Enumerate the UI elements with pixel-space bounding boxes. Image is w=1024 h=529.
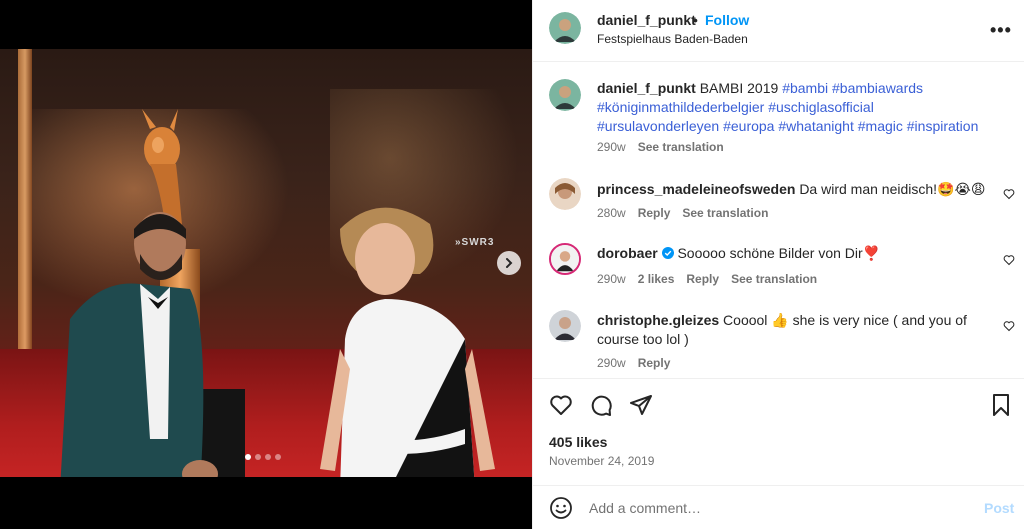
chevron-right-icon (506, 258, 513, 268)
timestamp[interactable]: 280w (597, 206, 626, 220)
caption-hashtags[interactable]: #königinmathildederbelgier #uschiglasoff… (597, 99, 874, 115)
heart-icon[interactable] (1003, 254, 1015, 266)
comment-bubble-icon[interactable] (589, 393, 613, 417)
carousel-dot (255, 454, 261, 460)
post-author-username[interactable]: daniel_f_punkt (597, 12, 696, 28)
comment-text: christophe.gleizes Cooool 👍 she is very … (597, 311, 987, 349)
paper-plane-icon[interactable] (629, 393, 653, 417)
comment-username[interactable]: christophe.gleizes (597, 312, 719, 328)
carousel-next-button[interactable] (497, 251, 521, 275)
avatar[interactable] (549, 79, 581, 111)
reply-button[interactable]: Reply (638, 206, 671, 220)
reply-button[interactable]: Reply (686, 272, 719, 286)
post-details-panel: daniel_f_punkt • Follow Festspielhaus Ba… (532, 0, 1024, 529)
reply-button[interactable]: Reply (638, 356, 671, 370)
carousel-indicator (245, 454, 281, 460)
post-header: daniel_f_punkt • Follow Festspielhaus Ba… (533, 0, 1024, 62)
likes-count[interactable]: 405 likes (549, 434, 607, 450)
heart-icon[interactable] (549, 393, 573, 417)
comment-item: dorobaer Sooooo schöne Bilder von Dir❣️ … (549, 243, 1015, 293)
separator-dot: • (693, 12, 698, 28)
comment-content: Sooooo schöne Bilder von Dir❣️ (677, 245, 881, 261)
timestamp[interactable]: 290w (597, 140, 626, 154)
comment-content: Da wird man neidisch!🤩😭😩 (799, 181, 986, 197)
post-actions: 405 likes November 24, 2019 (533, 378, 1024, 478)
see-translation-link[interactable]: See translation (682, 206, 768, 220)
comment-item: christophe.gleizes Cooool 👍 she is very … (549, 310, 1015, 370)
comment-item: princess_madeleineofsweden Da wird man n… (549, 178, 1015, 228)
add-comment-bar: Post (533, 485, 1024, 529)
comment-text: dorobaer Sooooo schöne Bilder von Dir❣️ (597, 244, 997, 263)
comment-username[interactable]: princess_madeleineofsweden (597, 181, 795, 197)
post-media: »SWR3 (0, 0, 532, 529)
avatar[interactable] (549, 243, 581, 275)
avatar[interactable] (549, 12, 581, 44)
comment-username[interactable]: dorobaer (597, 245, 658, 261)
post-caption: daniel_f_punkt BAMBI 2019 #bambi #bambia… (549, 79, 1009, 159)
carousel-dot (265, 454, 271, 460)
follow-button[interactable]: Follow (705, 12, 749, 28)
caption-hashtags[interactable]: #ursulavonderleyen #europa #whatanight #… (597, 118, 978, 134)
heart-icon[interactable] (1003, 320, 1015, 332)
caption-hashtags[interactable]: #bambi #bambiawards (782, 80, 923, 96)
comment-meta: 290w 2 likes Reply See translation (597, 272, 817, 286)
verified-badge-icon (661, 247, 674, 259)
comment-meta: 290w Reply (597, 356, 670, 370)
caption-text: daniel_f_punkt BAMBI 2019 #bambi #bambia… (597, 79, 997, 136)
man-figure (60, 212, 218, 477)
bookmark-icon[interactable] (989, 393, 1013, 417)
timestamp[interactable]: 290w (597, 272, 626, 286)
comment-likes[interactable]: 2 likes (638, 272, 675, 286)
carousel-dot (275, 454, 281, 460)
caption-title: BAMBI 2019 (699, 80, 779, 96)
comment-meta: 280w Reply See translation (597, 206, 768, 220)
carousel-dot (245, 454, 251, 460)
post-date[interactable]: November 24, 2019 (549, 454, 654, 468)
heart-icon[interactable] (1003, 188, 1015, 200)
more-options-icon[interactable]: ••• (990, 20, 1012, 41)
timestamp[interactable]: 290w (597, 356, 626, 370)
comment-input[interactable] (589, 496, 959, 520)
smiley-icon[interactable] (549, 496, 573, 520)
post-location[interactable]: Festspielhaus Baden-Baden (597, 32, 748, 46)
see-translation-link[interactable]: See translation (638, 140, 724, 154)
woman-figure (320, 207, 495, 477)
comment-text: princess_madeleineofsweden Da wird man n… (597, 180, 997, 199)
avatar[interactable] (549, 310, 581, 342)
see-translation-link[interactable]: See translation (731, 272, 817, 286)
avatar[interactable] (549, 178, 581, 210)
post-photo: »SWR3 (0, 49, 532, 477)
caption-meta: 290w See translation (597, 140, 724, 154)
caption-username[interactable]: daniel_f_punkt (597, 80, 696, 96)
post-comment-button[interactable]: Post (984, 500, 1014, 516)
